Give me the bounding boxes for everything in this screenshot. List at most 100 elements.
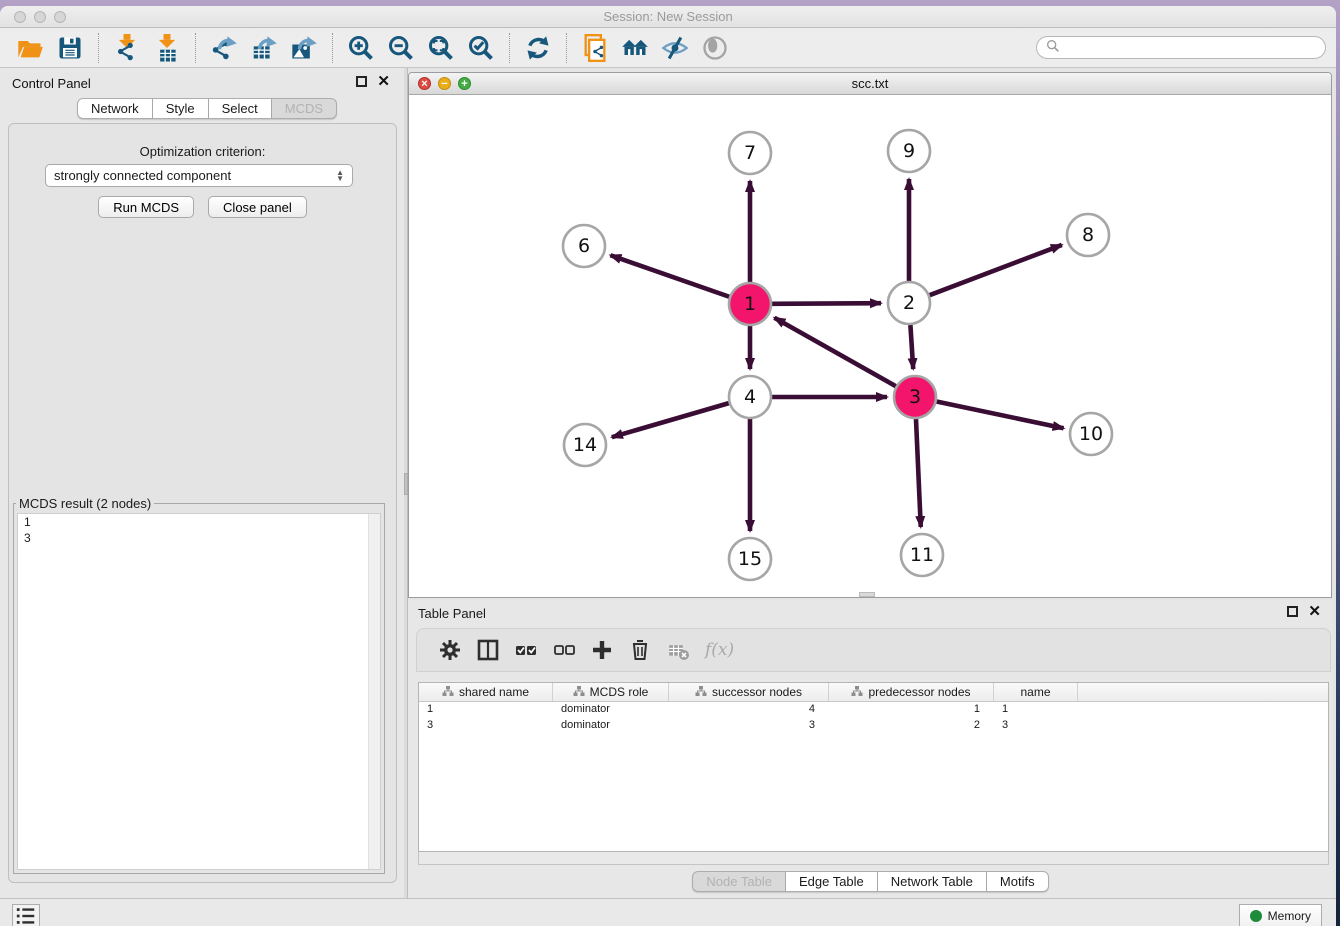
memory-button[interactable]: Memory [1239,904,1322,926]
tab-node-table[interactable]: Node Table [692,871,786,892]
mcds-panel: Optimization criterion: strongly connect… [8,123,397,883]
edge-3-11[interactable] [916,419,921,527]
canvas-resize-grip[interactable] [859,592,875,597]
tab-select[interactable]: Select [209,98,272,119]
open-file-icon[interactable] [13,32,47,64]
graph-node-4[interactable]: 4 [729,376,771,418]
column-header-label[interactable]: MCDS role [590,685,649,699]
edge-1-6[interactable] [610,255,729,297]
tab-mcds[interactable]: MCDS [272,98,337,119]
mcds-result-textarea[interactable]: 13 [17,513,381,870]
graph-node-14[interactable]: 14 [564,424,606,466]
task-history-button[interactable] [12,904,40,926]
gear-icon[interactable] [435,635,465,665]
graph-node-7[interactable]: 7 [729,132,771,174]
column-header-successor-nodes[interactable]: successor nodes [669,683,829,701]
column-header-predecessor-nodes[interactable]: predecessor nodes [829,683,994,701]
network-canvas[interactable]: 1 2 3 4 6 7 8 9 10 11 14 15 [409,95,1331,597]
column-header-label[interactable]: successor nodes [712,685,802,699]
edge-3-1[interactable] [774,318,895,386]
delete-icon[interactable] [625,635,655,665]
column-header-label[interactable]: shared name [459,685,529,699]
column-header-name[interactable]: name [994,683,1078,701]
graph-node-1[interactable]: 1 [729,283,771,325]
network-graph[interactable]: 1 2 3 4 6 7 8 9 10 11 14 15 [409,95,1331,597]
graph-node-15[interactable]: 15 [729,538,771,580]
zoom-out-icon[interactable] [384,32,418,64]
tab-edge-table[interactable]: Edge Table [786,871,878,892]
network-window-titlebar[interactable]: × − + scc.txt [409,73,1331,95]
edge-2-3[interactable] [910,325,913,369]
toolbar-separator [195,33,196,63]
edge-1-2[interactable] [772,303,881,304]
import-network-icon[interactable] [110,32,144,64]
export-image-icon[interactable] [287,32,321,64]
edge-4-14[interactable] [612,403,729,437]
flow-icon [695,685,707,700]
graph-node-9[interactable]: 9 [888,130,930,172]
zoom-selected-icon[interactable] [464,32,498,64]
zoom-in-icon[interactable] [344,32,378,64]
table-row[interactable]: 1dominator411 [419,702,1328,718]
table-cell[interactable]: 4 [669,702,829,718]
edge-2-8[interactable] [930,245,1062,295]
scrollbar[interactable] [368,514,380,869]
zoom-fit-icon[interactable] [424,32,458,64]
table-cell[interactable]: 1 [829,702,994,718]
table-horizontal-scrollbar[interactable] [418,852,1329,865]
deselect-all-icon[interactable] [549,635,579,665]
close-panel-icon[interactable]: ✕ [377,76,390,87]
tab-network[interactable]: Network [77,98,153,119]
search-input[interactable] [1066,41,1317,55]
graph-node-3[interactable]: 3 [894,376,936,418]
toolbar-separator [332,33,333,63]
column-header-label[interactable]: name [1020,685,1050,699]
refresh-icon[interactable] [521,32,555,64]
table-panel-title: Table Panel [418,606,486,621]
home-icon[interactable] [618,32,652,64]
criterion-dropdown[interactable]: strongly connected component ▲▼ [45,164,353,187]
select-all-icon[interactable] [511,635,541,665]
column-header-label[interactable]: predecessor nodes [868,685,970,699]
tab-style[interactable]: Style [153,98,209,119]
table-cell[interactable]: 3 [669,718,829,734]
export-table-icon[interactable] [247,32,281,64]
graph-node-8[interactable]: 8 [1067,214,1109,256]
columns-icon[interactable] [473,635,503,665]
duplicate-network-icon[interactable] [578,32,612,64]
close-panel-button[interactable]: Close panel [208,196,307,218]
table-row[interactable]: 3dominator323 [419,718,1328,734]
edge-3-10[interactable] [937,402,1064,429]
table-cell[interactable]: 1 [419,702,553,718]
hide-panels-icon[interactable] [658,32,692,64]
table-cell[interactable]: 3 [994,718,1078,734]
svg-text:6: 6 [578,235,590,257]
graph-node-6[interactable]: 6 [563,225,605,267]
table-cell[interactable]: 2 [829,718,994,734]
table-cell[interactable]: 3 [419,718,553,734]
graph-node-11[interactable]: 11 [901,534,943,576]
table-cell[interactable]: 1 [994,702,1078,718]
import-table-icon[interactable] [150,32,184,64]
float-table-panel-icon[interactable] [1287,606,1298,617]
column-header-MCDS-role[interactable]: MCDS role [553,683,669,701]
graph-node-2[interactable]: 2 [888,282,930,324]
tab-motifs[interactable]: Motifs [987,871,1049,892]
tab-network-table[interactable]: Network Table [878,871,987,892]
title-bar: Session: New Session [0,6,1336,28]
mcds-result-title: MCDS result (2 nodes) [16,496,154,511]
save-session-icon[interactable] [53,32,87,64]
graph-node-10[interactable]: 10 [1070,413,1112,455]
float-panel-icon[interactable] [356,76,367,87]
close-table-panel-icon[interactable]: ✕ [1308,606,1321,617]
table-toolbar: f(x) [416,628,1331,672]
search-box[interactable] [1036,36,1326,59]
add-column-icon[interactable] [587,635,617,665]
control-panel-tabstrip: NetworkStyleSelectMCDS [77,98,337,119]
export-network-icon[interactable] [207,32,241,64]
run-mcds-button[interactable]: Run MCDS [98,196,194,218]
table-cell[interactable]: dominator [553,702,669,718]
node-table[interactable]: shared name MCDS role successor nodes prede… [418,682,1329,852]
column-header-shared-name[interactable]: shared name [419,683,553,701]
table-cell[interactable]: dominator [553,718,669,734]
